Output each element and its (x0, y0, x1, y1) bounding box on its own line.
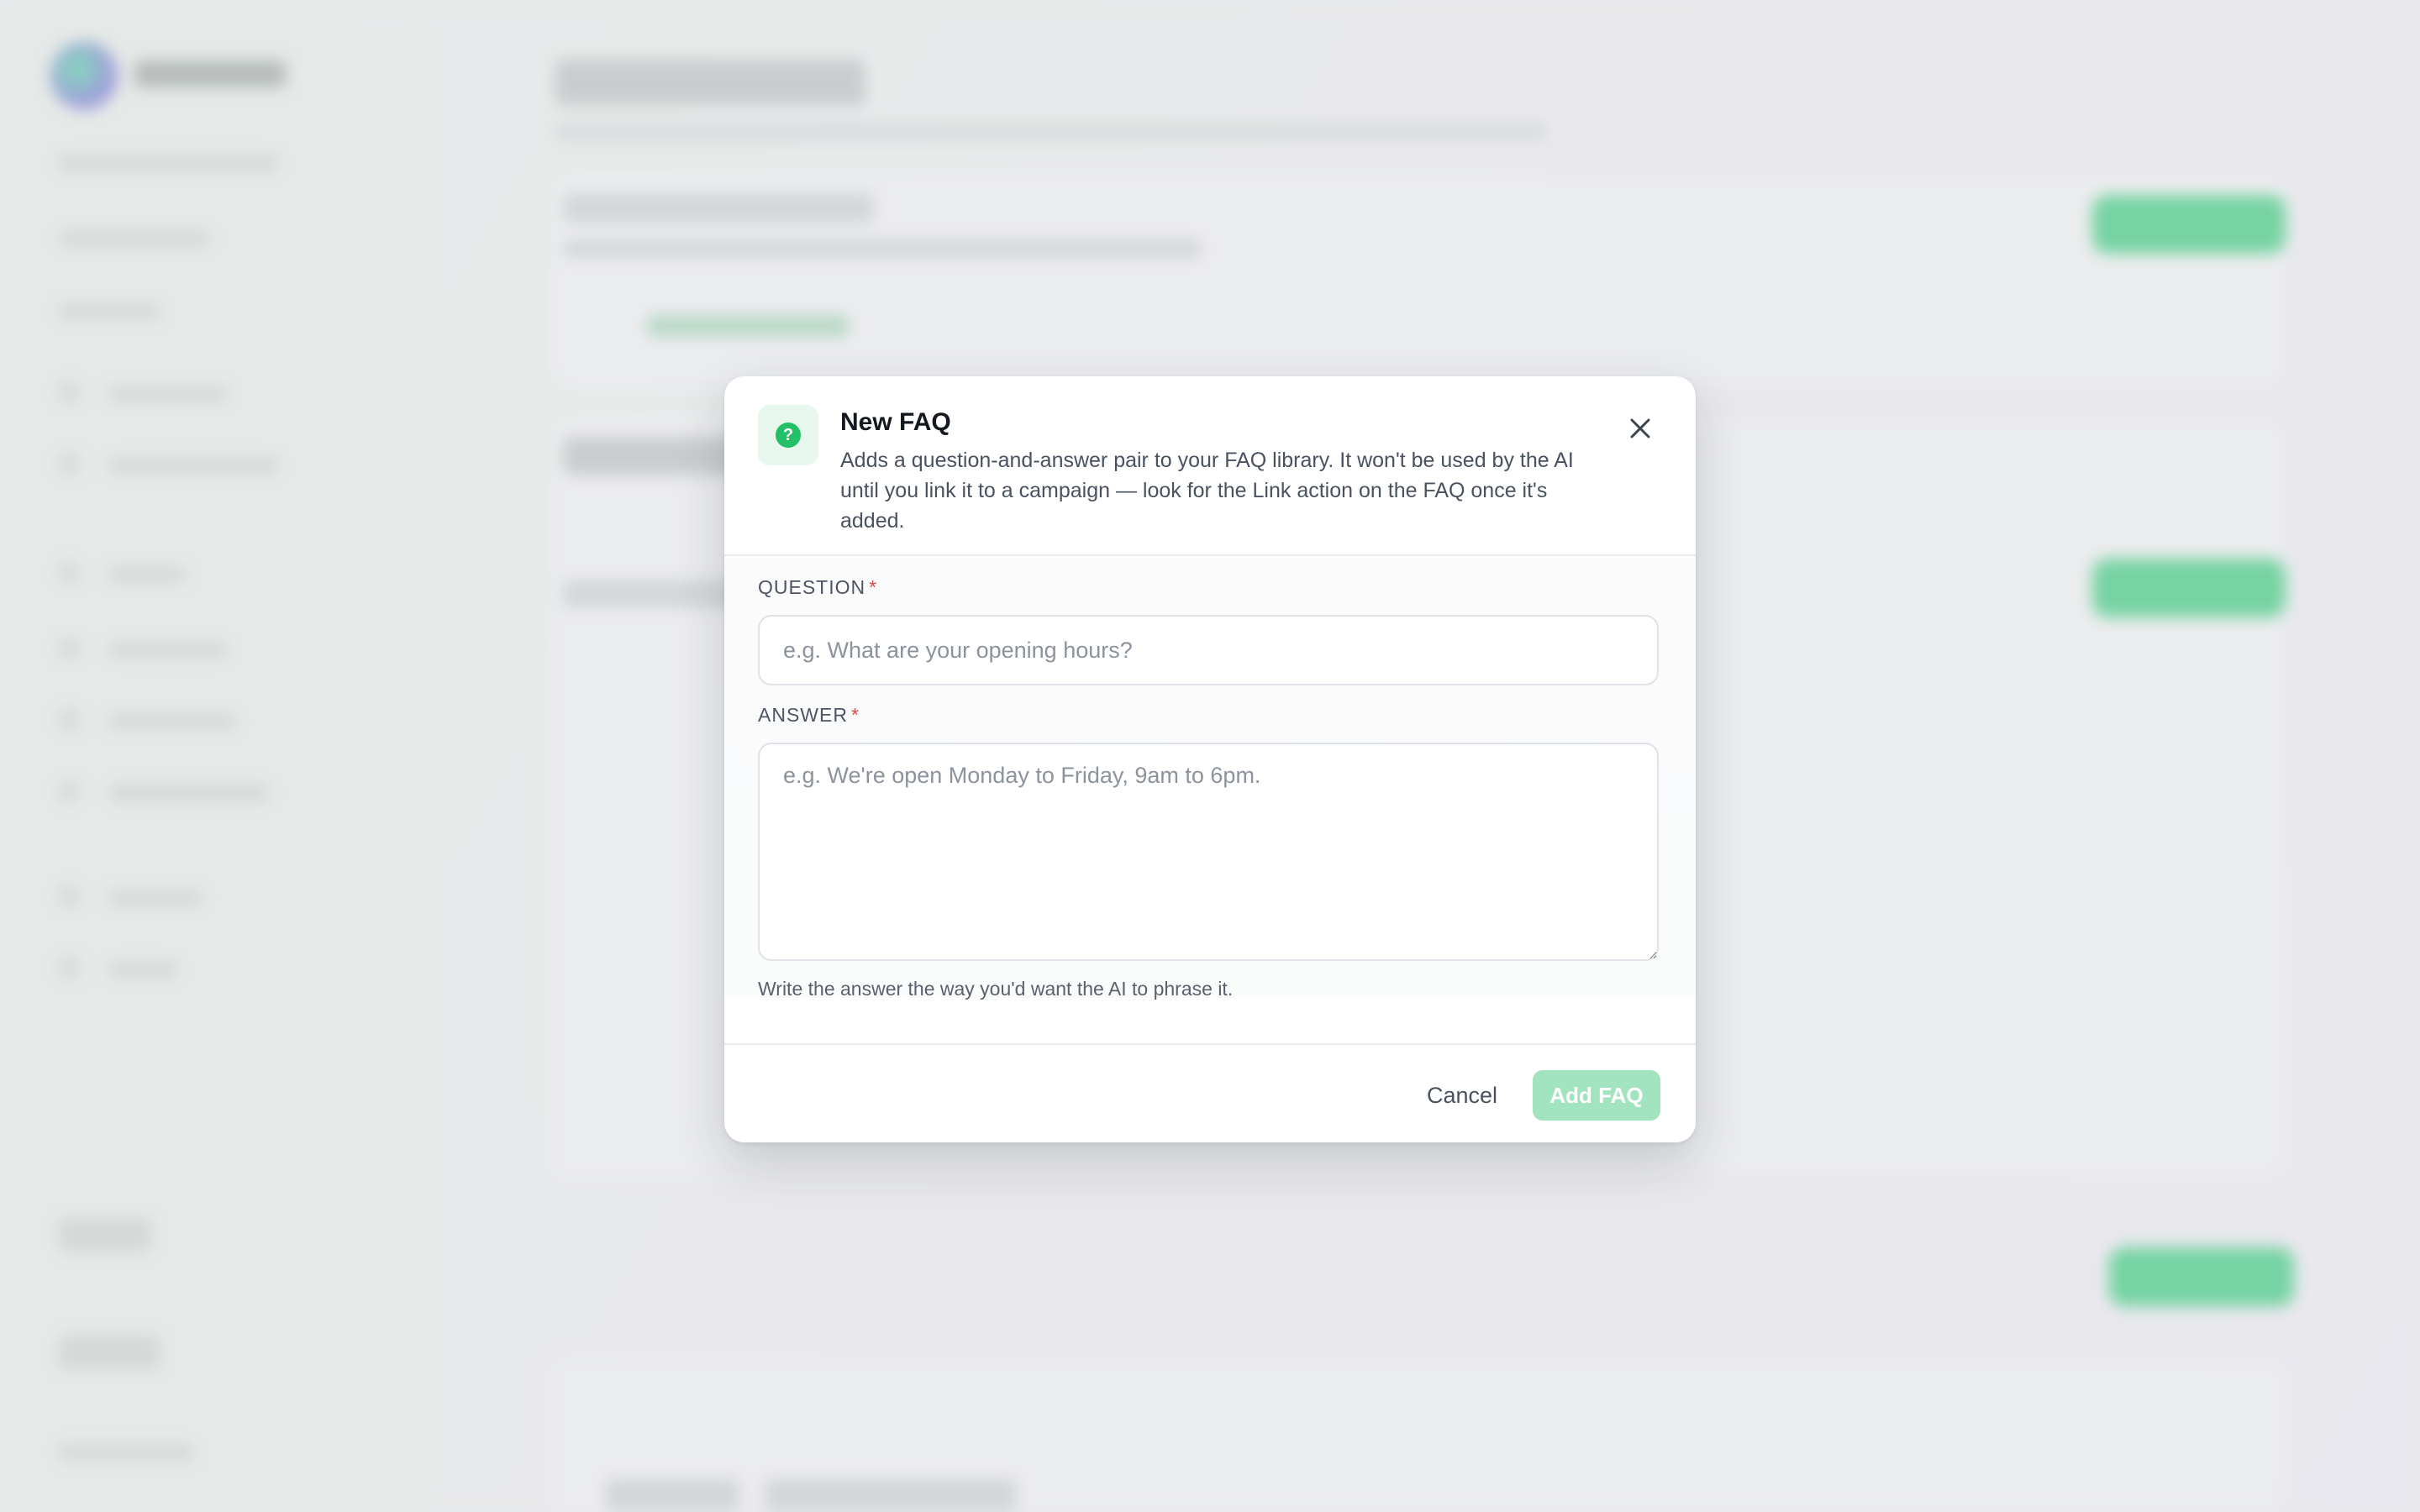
dialog-footer: Cancel Add FAQ (724, 1043, 1696, 1142)
answer-label: ANSWER * (758, 704, 860, 726)
cancel-button[interactable]: Cancel (1412, 1072, 1512, 1119)
answer-hint: Write the answer the way you'd want the … (758, 978, 1234, 1000)
question-circle-icon: ? (758, 405, 818, 465)
question-label: QUESTION * (758, 576, 878, 598)
dialog-body: QUESTION* ANSWER* Write the answer the w… (724, 558, 1696, 1000)
close-icon (1630, 418, 1650, 438)
close-button[interactable] (1620, 408, 1660, 449)
add-faq-button[interactable]: Add FAQ (1533, 1070, 1660, 1121)
dialog-header: ? New FAQ Adds a question-and-answer pai… (724, 376, 1696, 556)
dialog-description: Adds a question-and-answer pair to your … (840, 449, 1574, 533)
new-faq-dialog: ? New FAQ Adds a question-and-answer pai… (724, 376, 1696, 1142)
required-mark: * (869, 576, 878, 598)
question-input[interactable] (758, 615, 1659, 685)
required-mark: * (850, 704, 860, 726)
answer-textarea[interactable] (758, 743, 1659, 961)
dialog-title: New FAQ (840, 408, 951, 436)
